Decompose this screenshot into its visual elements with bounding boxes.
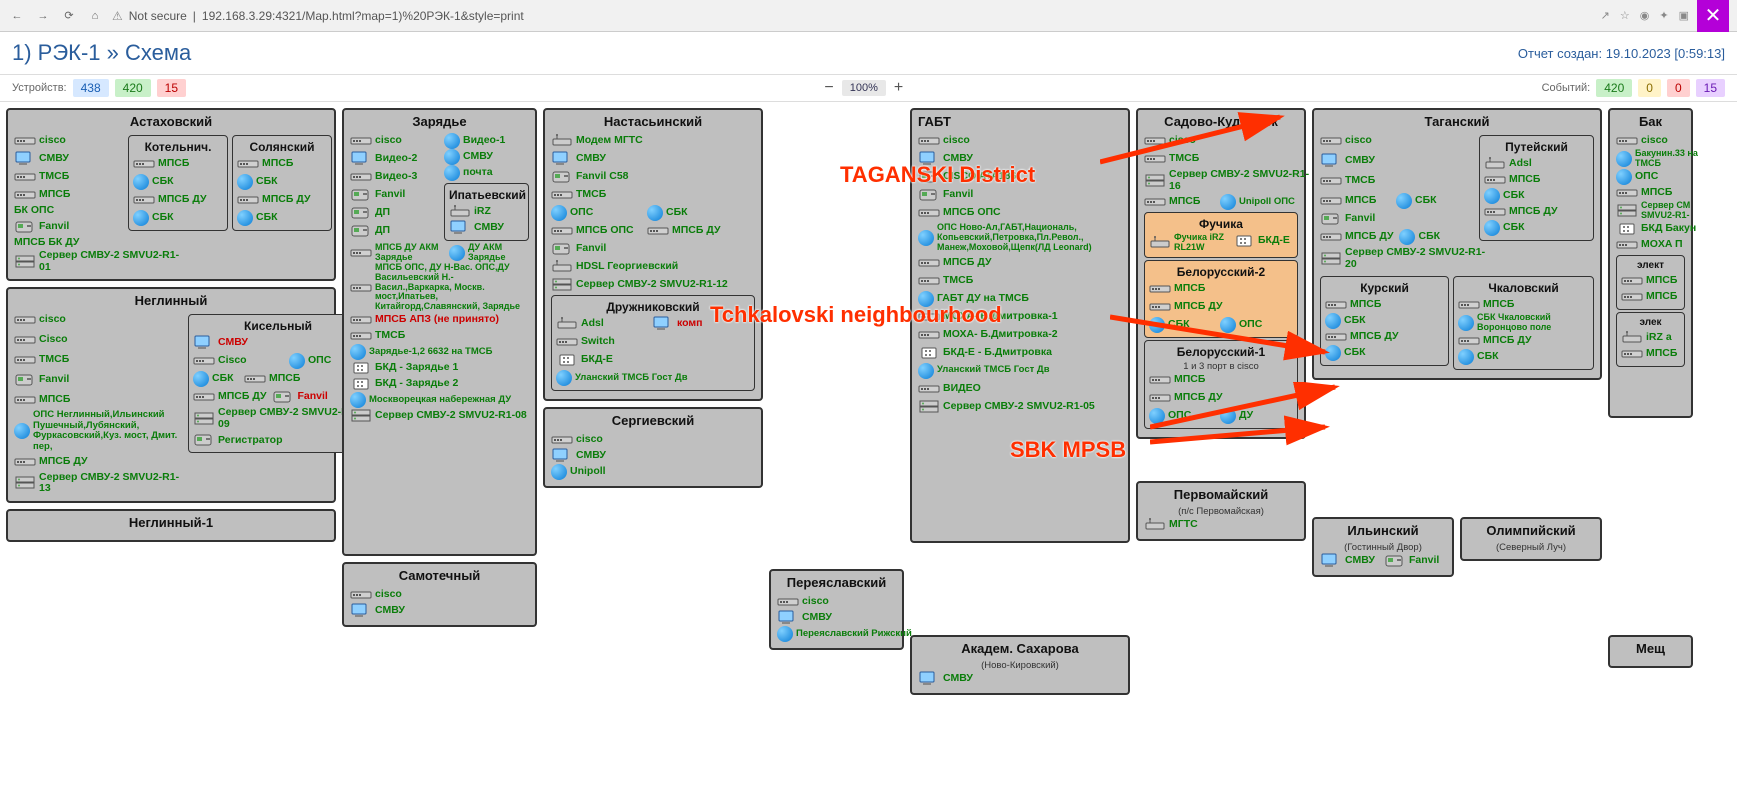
sub-belorusskiy-1[interactable]: Белорусский-1 1 и 3 порт в cisco МПСБ МП… <box>1144 340 1298 429</box>
sub-elek[interactable]: элек iRZ а МПСБ <box>1616 312 1685 367</box>
page-title: 1) РЭК-1 » Схема <box>12 40 191 66</box>
region-ilinskiy[interactable]: Ильинский (Гостинный Двор) СМВУ Fanvil <box>1312 517 1454 577</box>
events-ok: 420 <box>1596 79 1632 97</box>
device-stats: Устройств: 438 420 15 <box>12 79 186 97</box>
zoom-level: 100% <box>842 80 886 96</box>
sub-belorusskiy-2[interactable]: Белорусский-2 МПСБ МПСБ ДУ СБК ОПС <box>1144 260 1298 338</box>
region-mesch[interactable]: Мещ <box>1608 635 1693 668</box>
sync-icon[interactable]: ◉ <box>1640 9 1650 22</box>
share-icon[interactable]: ↗ <box>1601 9 1610 22</box>
url-text: 192.168.3.29:4321/Map.html?map=1)%20РЭК-… <box>202 9 524 23</box>
report-timestamp: Отчет создан: 19.10.2023 [0:59:13] <box>1518 46 1725 61</box>
sub-ipatevskiy[interactable]: Ипатьевский iRZ СМВУ <box>444 183 529 241</box>
forward-icon[interactable]: → <box>34 7 52 25</box>
browser-actions: ↗ ☆ ◉ ✦ ▣ <box>1601 9 1689 22</box>
close-button[interactable]: ✕ <box>1697 0 1729 32</box>
sub-kurskiy[interactable]: Курский МПСБ СБК МПСБ ДУ СБК <box>1320 276 1449 366</box>
region-taganskiy[interactable]: Таганский cisco СМВУ ТМСБ МПСБ СБК Fanvi… <box>1312 108 1602 380</box>
region-pereyaslavskiy[interactable]: Переяславский cisco СМВУ Переяславский Р… <box>769 569 904 650</box>
sub-elekt[interactable]: элект МПСБ МПСБ <box>1616 255 1685 310</box>
events-err: 0 <box>1667 79 1690 97</box>
region-sadovo-kudrinsk[interactable]: Садово-Кудринск cisco ТМСБ Сервер СМВУ-2… <box>1136 108 1306 439</box>
devices-err: 15 <box>157 79 186 97</box>
zoom-out-button[interactable]: − <box>824 79 833 97</box>
reload-icon[interactable]: ⟳ <box>60 7 78 25</box>
star-icon[interactable]: ☆ <box>1620 9 1630 22</box>
globe-icon <box>133 174 149 190</box>
region-olimpiyskiy[interactable]: Олимпийский (Северный Луч) <box>1460 517 1602 561</box>
region-pervomayskiy[interactable]: Первомайский (п/с Первомайская) МГТС <box>1136 481 1306 541</box>
region-astakhovskiy[interactable]: Астаховский cisco СМВУ ТМСБ МПСБ БК ОПС … <box>6 108 336 281</box>
region-bak[interactable]: Бак cisco Бакунин.33 на ТМСБ ОПС МПСБ Се… <box>1608 108 1693 418</box>
sub-kotelnich[interactable]: Котельнич. МПСБ СБК МПСБ ДУ СБК <box>128 135 228 231</box>
devices-total: 438 <box>73 79 109 97</box>
region-neglinniy-1[interactable]: Неглинный-1 <box>6 509 336 542</box>
region-samotechniy[interactable]: Самотечный cisco СМВУ <box>342 562 537 627</box>
sub-solyanskiy[interactable]: Солянский МПСБ СБК МПСБ ДУ СБК <box>232 135 332 231</box>
region-akadem-sakharova[interactable]: Академ. Сахарова (Ново-Кировский) СМВУ <box>910 635 1130 695</box>
browser-bar: ← → ⟳ ⌂ ⚠ Not secure | 192.168.3.29:4321… <box>0 0 1737 32</box>
region-sergievskiy[interactable]: Сергиевский cisco СМВУ Unipoll <box>543 407 763 488</box>
phone-icon <box>14 219 36 235</box>
region-nastasinskiy[interactable]: Настасьинский Модем МГТС СМВУ Fanvil C58… <box>543 108 763 401</box>
topology-canvas[interactable]: Астаховский cisco СМВУ ТМСБ МПСБ БК ОПС … <box>0 102 1737 701</box>
sub-druzhnikovskiy[interactable]: Дружниковский Adsl комп Switch БКД-Е Ула… <box>551 295 755 391</box>
devices-ok: 420 <box>115 79 151 97</box>
region-neglinniy[interactable]: Неглинный cisco Cisco ТМСБ Fanvil МПСБ О… <box>6 287 336 503</box>
pc-icon <box>14 151 36 167</box>
not-secure-label: Not secure <box>129 9 187 23</box>
region-zaryadye[interactable]: Зарядье cisco Видео-2 Видео-3 Fanvil ДП … <box>342 108 537 556</box>
tabs-icon[interactable]: ▣ <box>1679 9 1689 22</box>
sub-puteyskiy[interactable]: Путейский Adsl МПСБ СБК МПСБ ДУ СБК <box>1479 135 1594 241</box>
sub-kiselniy[interactable]: Кисельный СМВУ Cisco ОПС СБК МПСБ МПСБ Д… <box>188 314 368 453</box>
zoom-control: − 100% + <box>824 79 903 97</box>
ext-icon[interactable]: ✦ <box>1659 9 1668 22</box>
switch-icon <box>14 133 36 149</box>
event-stats: Событий: 420 0 0 15 <box>1542 79 1725 97</box>
sub-fuchika[interactable]: Фучика Фучика iRZ RL21W БКД-Е <box>1144 212 1298 258</box>
zoom-in-button[interactable]: + <box>894 79 903 97</box>
region-gabt[interactable]: ГАБТ cisco СМВУ CISCO ATA186 Fanvil МПСБ… <box>910 108 1130 543</box>
not-secure-icon: ⚠ <box>112 9 123 23</box>
back-icon[interactable]: ← <box>8 7 26 25</box>
server-icon <box>14 254 36 270</box>
events-other: 15 <box>1696 79 1725 97</box>
home-icon[interactable]: ⌂ <box>86 7 104 25</box>
events-warn: 0 <box>1638 79 1661 97</box>
address-bar[interactable]: ⚠ Not secure | 192.168.3.29:4321/Map.htm… <box>112 9 1593 23</box>
sub-chkalovskiy[interactable]: Чкаловский МПСБ СБК Чкаловский Воронцово… <box>1453 276 1594 370</box>
